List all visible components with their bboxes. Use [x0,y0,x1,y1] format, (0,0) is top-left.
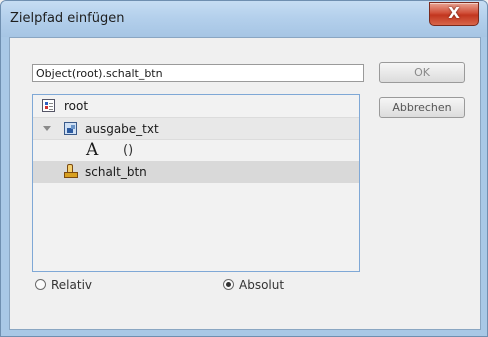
tree-item-text[interactable]: A () [33,139,359,161]
close-icon: X [448,4,460,22]
cancel-button[interactable]: Abbrechen [379,97,465,118]
button-hand-icon [64,164,78,178]
tree-item-label: () [123,143,134,158]
tree-item-schalt-btn[interactable]: schalt_btn [33,161,359,183]
text-icon: A [86,140,99,160]
dialog-window: Zielpfad einfügen X Object(root).schalt_… [0,0,488,337]
movieclip-icon [64,122,77,135]
radio-circle-selected[interactable] [223,279,234,290]
radio-circle[interactable] [35,279,46,290]
radio-relativ-label: Relativ [51,278,93,292]
movie-root-icon [42,99,55,112]
ok-button[interactable]: OK [379,62,465,83]
title-bar[interactable]: Zielpfad einfügen X [1,1,487,37]
tree-item-root[interactable]: root [33,95,359,117]
target-tree[interactable]: root ausgabe_txt A () schalt_btn [32,94,360,272]
radio-absolut-label: Absolut [239,278,285,292]
expand-triangle-icon[interactable] [43,126,51,131]
dialog-body: Object(root).schalt_btn OK Abbrechen roo… [9,37,481,330]
close-button[interactable]: X [429,2,479,26]
tree-item-ausgabe-txt[interactable]: ausgabe_txt [33,117,359,140]
tree-item-label: schalt_btn [85,165,147,179]
tree-item-label: ausgabe_txt [85,122,159,136]
target-path-input[interactable]: Object(root).schalt_btn [32,64,364,82]
tree-item-label: root [64,99,89,113]
window-title: Zielpfad einfügen [10,11,125,26]
